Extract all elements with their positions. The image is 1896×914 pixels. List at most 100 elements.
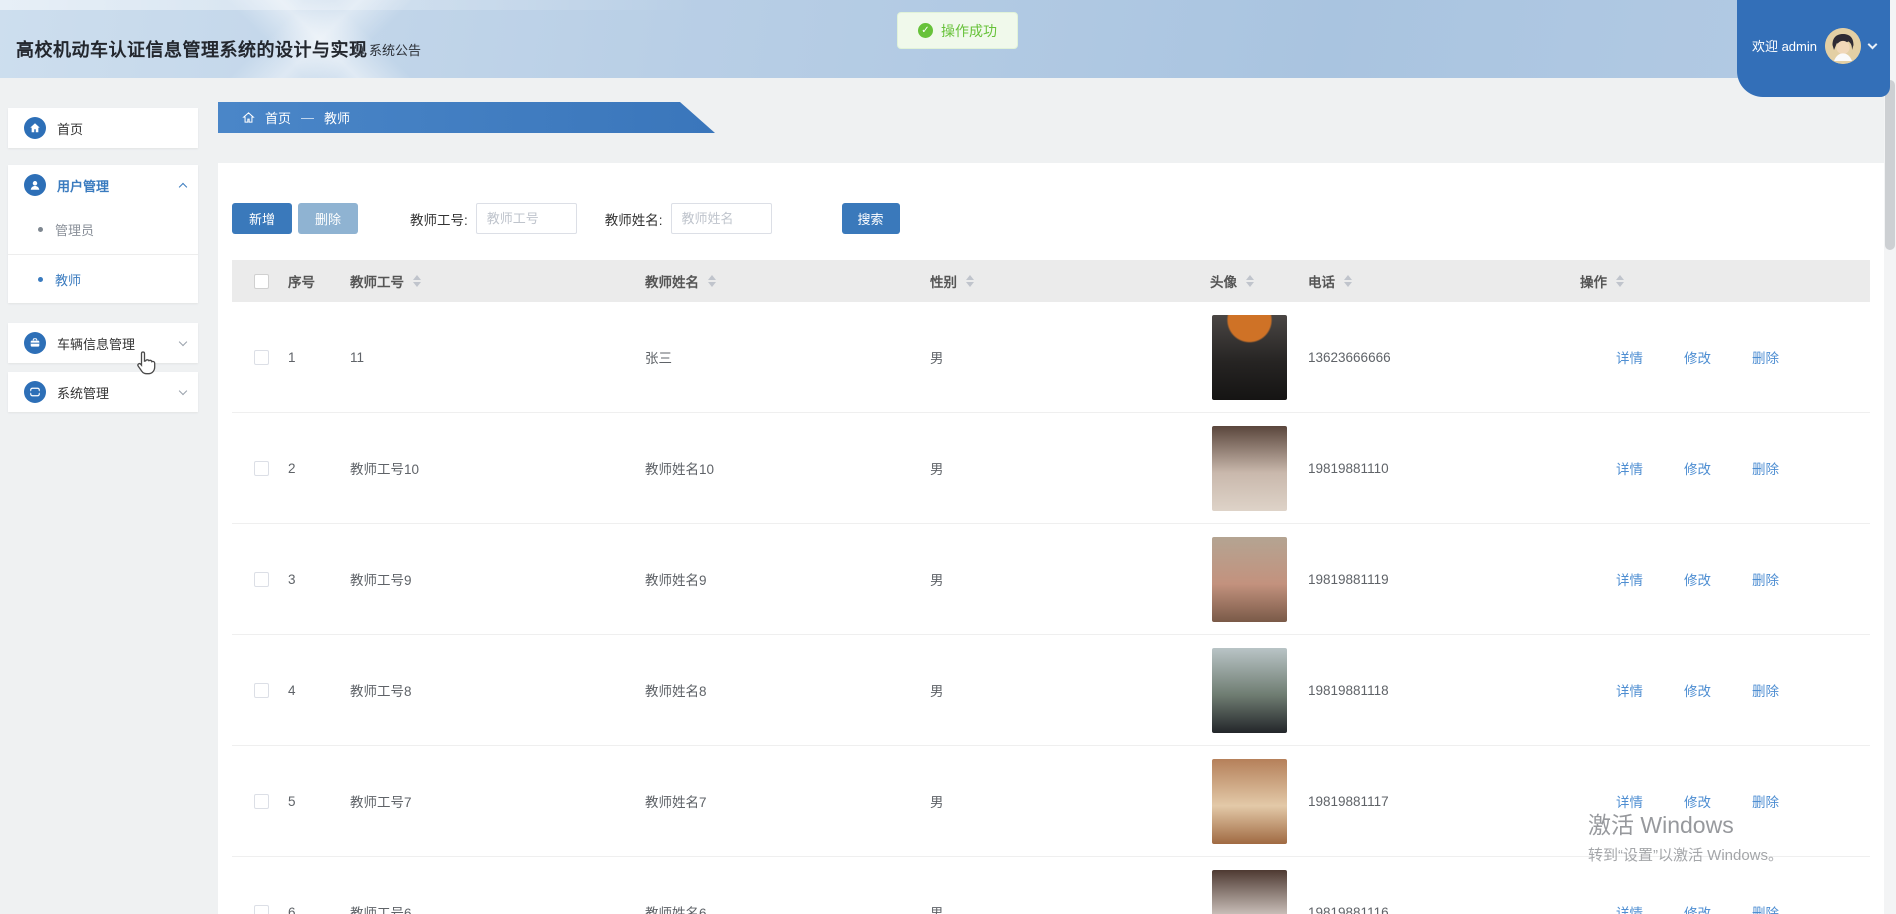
column-header-index[interactable]: 序号 bbox=[278, 271, 340, 291]
cell-name: 教师姓名7 bbox=[635, 791, 920, 811]
action-link-detail[interactable]: 详情 bbox=[1616, 458, 1643, 478]
sidebar-item-label: 用户管理 bbox=[57, 176, 169, 195]
row-actions: 详情 修改 删除 bbox=[1570, 569, 1870, 589]
cell-index: 1 bbox=[278, 350, 340, 365]
page: 高校机动车认证信息管理系统的设计与实现 系统公告 ✓ 操作成功 欢迎 admin bbox=[0, 0, 1896, 914]
sort-icon[interactable] bbox=[966, 275, 974, 287]
teacher-name-filter-label: 教师姓名: bbox=[605, 209, 663, 229]
sidebar-subitem-admin[interactable]: 管理员 bbox=[8, 205, 198, 254]
action-link-edit[interactable]: 修改 bbox=[1684, 680, 1711, 700]
sort-icon[interactable] bbox=[1616, 275, 1624, 287]
sidebar-item-user-management[interactable]: 用户管理 bbox=[8, 165, 198, 205]
table-row: 5 教师工号7 教师姓名7 男 19819881117 详情修改删除 bbox=[232, 746, 1870, 857]
teacher-id-filter-label: 教师工号: bbox=[410, 209, 468, 229]
add-button[interactable]: 新增 bbox=[232, 203, 292, 234]
cell-gender: 男 bbox=[920, 347, 1200, 367]
action-link-delete[interactable]: 删除 bbox=[1752, 680, 1779, 700]
column-header-gender[interactable]: 性别 bbox=[920, 271, 1200, 291]
column-header-actions[interactable]: 操作 bbox=[1570, 271, 1870, 291]
cell-index: 2 bbox=[278, 461, 340, 476]
cell-phone: 19819881118 bbox=[1298, 683, 1570, 698]
main-content: 新增 删除 教师工号: 教师姓名: 搜索 序号 教师工号 教师姓名 性别 bbox=[218, 163, 1884, 914]
user-avatar[interactable] bbox=[1825, 28, 1861, 64]
sidebar-item-system-mgmt[interactable]: 系统管理 bbox=[8, 372, 198, 412]
teacher-id-input[interactable] bbox=[476, 203, 577, 234]
cell-phone: 19819881110 bbox=[1298, 461, 1570, 476]
cell-job-id: 教师工号8 bbox=[340, 680, 635, 700]
table-row: 1 11 张三 男 13623666666 详情修改删除 bbox=[232, 302, 1870, 413]
success-toast: ✓ 操作成功 bbox=[897, 12, 1018, 49]
delete-button[interactable]: 删除 bbox=[298, 203, 358, 234]
table-row: 2 教师工号10 教师姓名10 男 19819881110 详情修改删除 bbox=[232, 413, 1870, 524]
action-link-edit[interactable]: 修改 bbox=[1684, 347, 1711, 367]
sort-icon[interactable] bbox=[708, 275, 716, 287]
sidebar-item-vehicle-info[interactable]: 车辆信息管理 bbox=[8, 323, 198, 363]
user-menu[interactable]: 欢迎 admin bbox=[1737, 0, 1890, 97]
row-actions: 详情 修改 删除 bbox=[1570, 791, 1870, 811]
action-link-edit[interactable]: 修改 bbox=[1684, 902, 1711, 914]
sidebar-item-home[interactable]: 首页 bbox=[8, 108, 198, 148]
sidebar-card-home: 首页 bbox=[8, 108, 198, 148]
cell-gender: 男 bbox=[920, 902, 1200, 914]
sidebar-card-user-mgmt: 用户管理 管理员 教师 bbox=[8, 165, 198, 303]
vertical-scrollbar[interactable] bbox=[1884, 0, 1896, 914]
scrollbar-thumb[interactable] bbox=[1885, 80, 1895, 250]
welcome-text: 欢迎 admin bbox=[1752, 36, 1817, 55]
sidebar-subitem-label: 管理员 bbox=[55, 220, 94, 239]
cell-index: 6 bbox=[278, 905, 340, 914]
teacher-name-input[interactable] bbox=[671, 203, 772, 234]
action-link-detail[interactable]: 详情 bbox=[1616, 347, 1643, 367]
column-header-phone[interactable]: 电话 bbox=[1298, 271, 1570, 291]
chevron-down-icon[interactable] bbox=[1868, 39, 1878, 49]
breadcrumb-home[interactable]: 首页 bbox=[265, 108, 291, 127]
header-light-streak bbox=[0, 0, 700, 10]
row-checkbox[interactable] bbox=[254, 683, 269, 698]
system-announcement-button[interactable]: 系统公告 bbox=[352, 40, 421, 59]
row-actions: 详情 修改 删除 bbox=[1570, 347, 1870, 367]
column-header-name[interactable]: 教师姓名 bbox=[635, 271, 920, 291]
action-link-delete[interactable]: 删除 bbox=[1752, 791, 1779, 811]
sidebar-card-vehicle: 车辆信息管理 bbox=[8, 323, 198, 363]
action-link-delete[interactable]: 删除 bbox=[1752, 458, 1779, 478]
teacher-avatar-photo bbox=[1212, 870, 1287, 914]
row-actions: 详情 修改 删除 bbox=[1570, 680, 1870, 700]
sort-icon[interactable] bbox=[413, 275, 421, 287]
column-header-job-id[interactable]: 教师工号 bbox=[340, 271, 635, 291]
select-all-checkbox[interactable] bbox=[254, 274, 269, 289]
row-checkbox[interactable] bbox=[254, 461, 269, 476]
sidebar-subitem-teacher[interactable]: 教师 bbox=[8, 254, 198, 303]
row-checkbox[interactable] bbox=[254, 905, 269, 914]
row-checkbox[interactable] bbox=[254, 350, 269, 365]
action-link-detail[interactable]: 详情 bbox=[1616, 902, 1643, 914]
cell-index: 3 bbox=[278, 572, 340, 587]
cell-name: 教师姓名6 bbox=[635, 902, 920, 914]
cell-gender: 男 bbox=[920, 458, 1200, 478]
row-checkbox[interactable] bbox=[254, 794, 269, 809]
sort-icon[interactable] bbox=[1344, 275, 1352, 287]
cell-name: 张三 bbox=[635, 347, 920, 367]
teacher-avatar-photo bbox=[1212, 648, 1287, 733]
vehicle-icon bbox=[24, 332, 46, 354]
home-icon bbox=[242, 111, 255, 124]
action-link-delete[interactable]: 删除 bbox=[1752, 902, 1779, 914]
action-link-edit[interactable]: 修改 bbox=[1684, 569, 1711, 589]
action-link-edit[interactable]: 修改 bbox=[1684, 791, 1711, 811]
sidebar-item-label: 系统管理 bbox=[57, 383, 169, 402]
action-link-detail[interactable]: 详情 bbox=[1616, 680, 1643, 700]
row-checkbox[interactable] bbox=[254, 572, 269, 587]
row-actions: 详情 修改 删除 bbox=[1570, 902, 1870, 914]
search-button[interactable]: 搜索 bbox=[842, 203, 900, 234]
breadcrumb-current: 教师 bbox=[324, 108, 350, 127]
action-link-delete[interactable]: 删除 bbox=[1752, 569, 1779, 589]
sidebar-subitem-label: 教师 bbox=[55, 270, 81, 289]
action-link-detail[interactable]: 详情 bbox=[1616, 569, 1643, 589]
action-link-delete[interactable]: 删除 bbox=[1752, 347, 1779, 367]
cell-phone: 13623666666 bbox=[1298, 350, 1570, 365]
sort-icon[interactable] bbox=[1246, 275, 1254, 287]
cell-name: 教师姓名8 bbox=[635, 680, 920, 700]
column-header-avatar[interactable]: 头像 bbox=[1200, 271, 1298, 291]
cell-job-id: 教师工号9 bbox=[340, 569, 635, 589]
app-title: 高校机动车认证信息管理系统的设计与实现 bbox=[16, 36, 368, 62]
action-link-edit[interactable]: 修改 bbox=[1684, 458, 1711, 478]
action-link-detail[interactable]: 详情 bbox=[1616, 791, 1643, 811]
